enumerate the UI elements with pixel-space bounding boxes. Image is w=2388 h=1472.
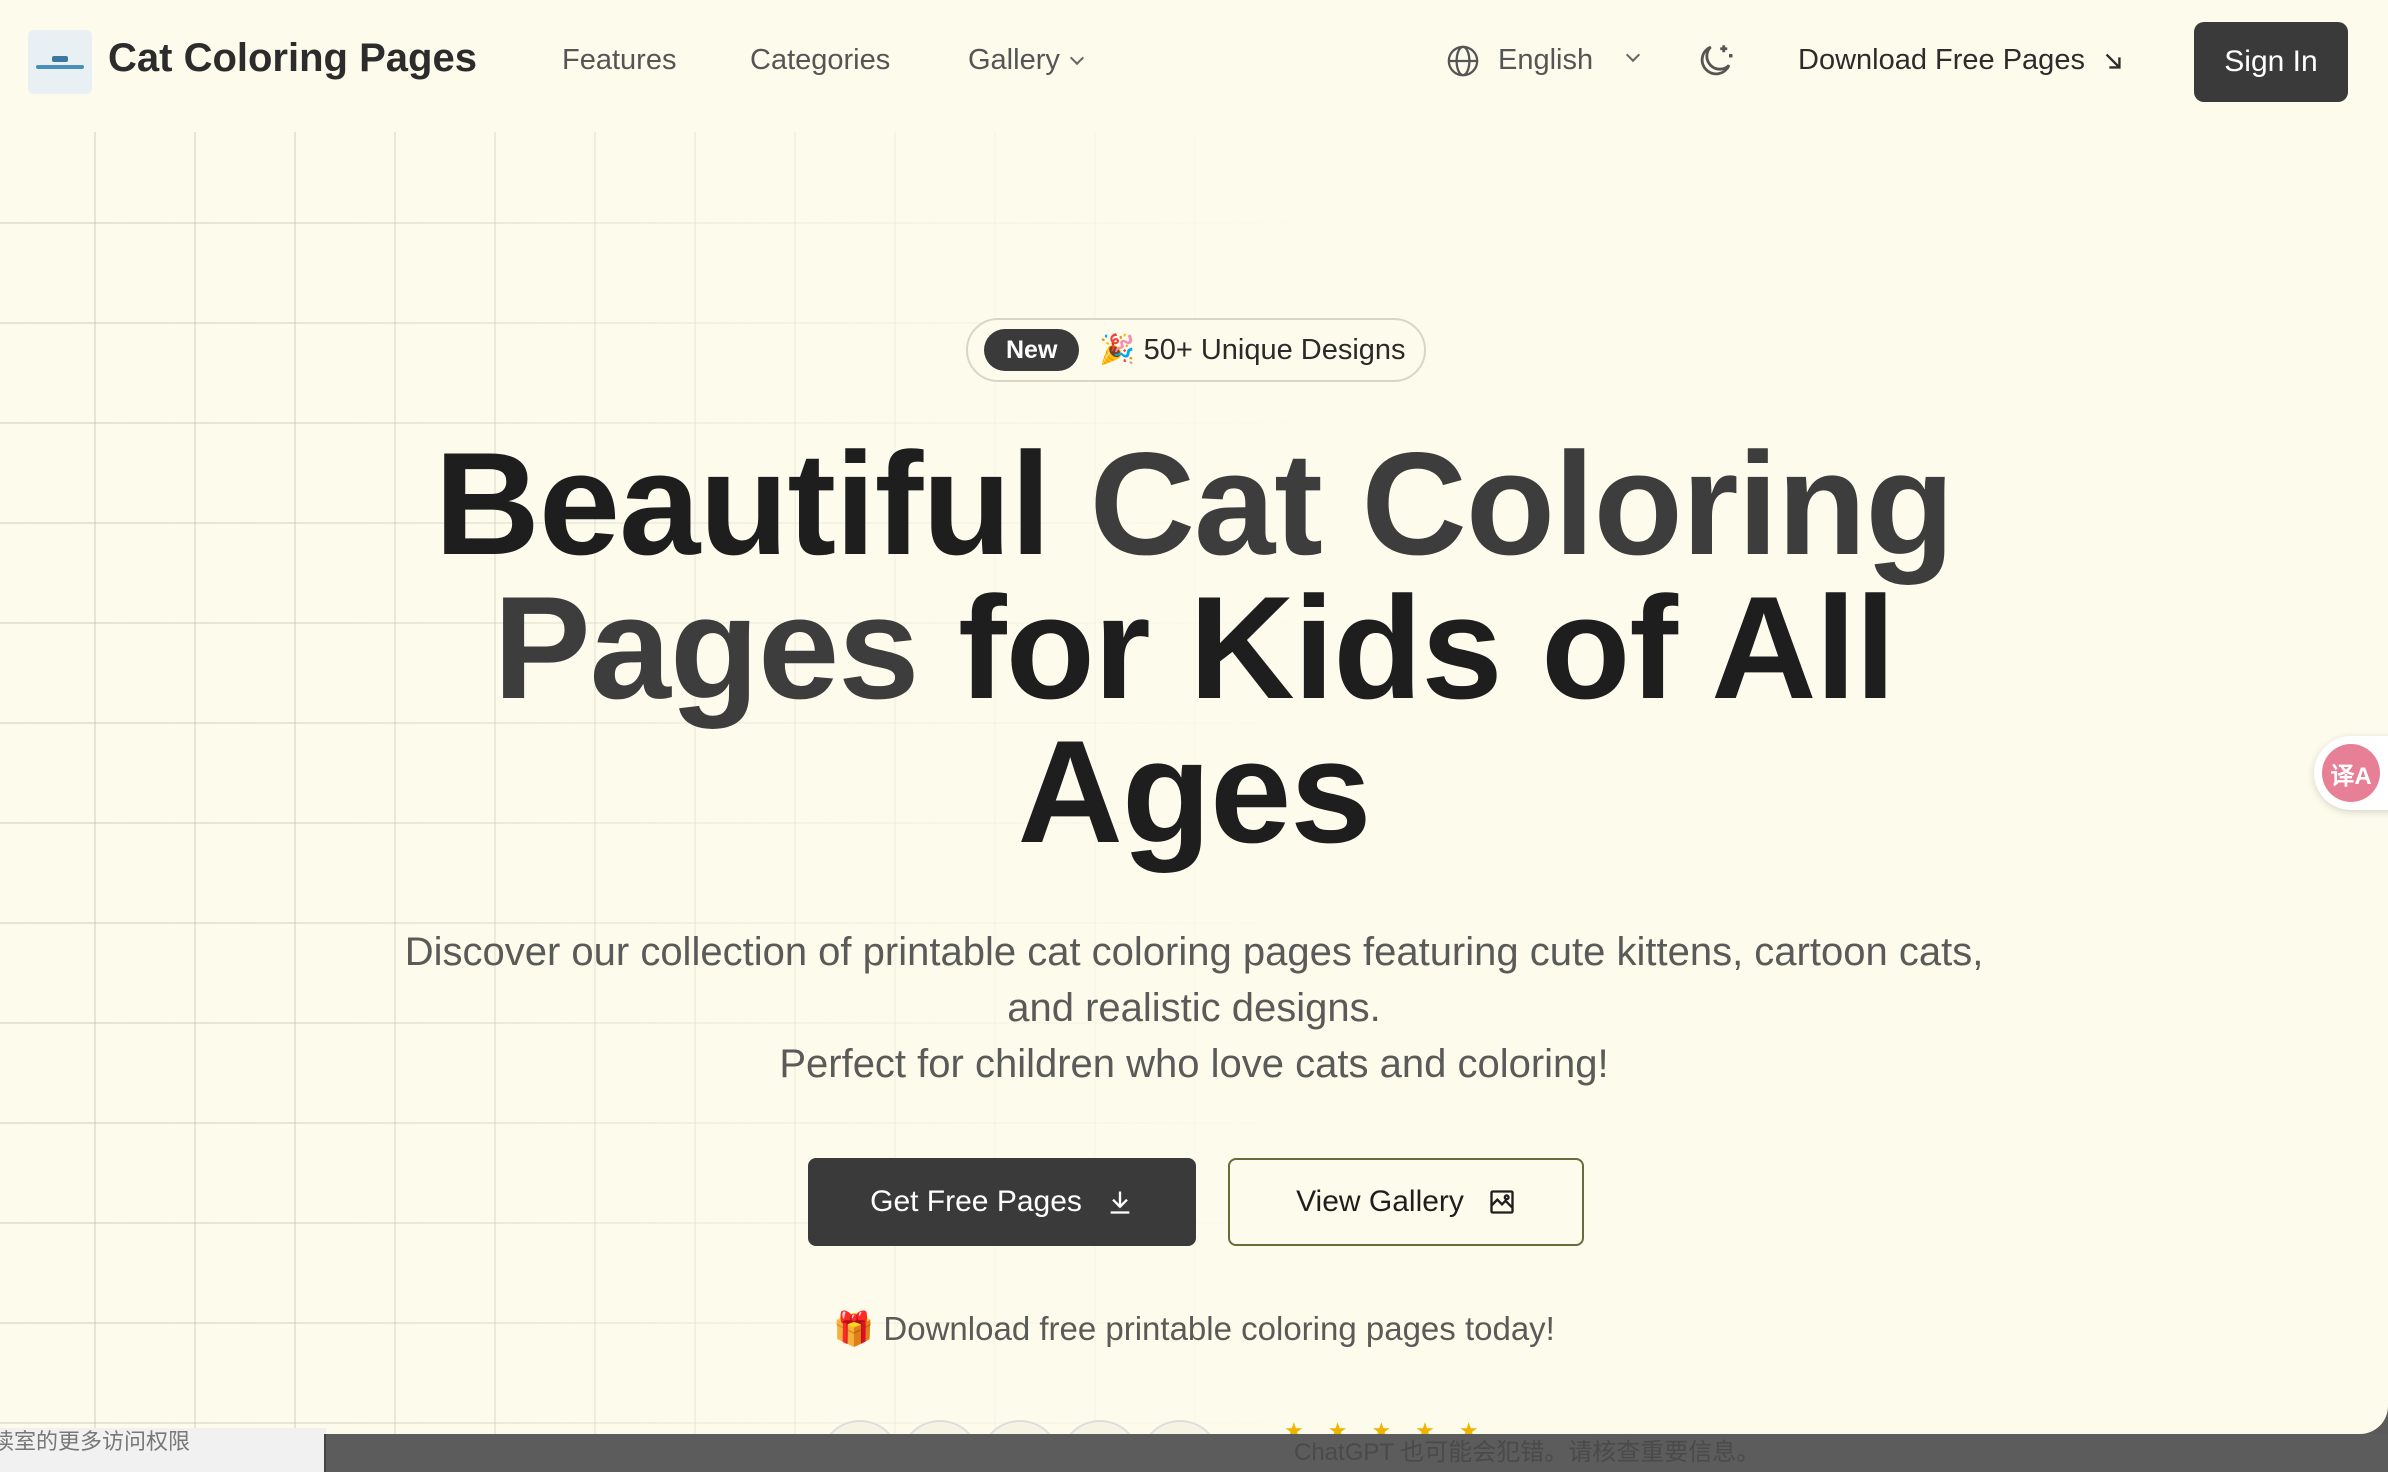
site-logo[interactable]: [28, 30, 92, 94]
logo-wordmark: [36, 64, 84, 69]
globe-icon[interactable]: [1446, 44, 1480, 78]
moon-stars-icon[interactable]: [1694, 40, 1736, 82]
nav-features[interactable]: Features: [562, 44, 676, 77]
new-tag: New: [984, 329, 1080, 371]
top-navbar: Cat Coloring Pages Features Categories G…: [0, 0, 2388, 124]
get-free-pages-label: Get Free Pages: [870, 1185, 1082, 1218]
sign-in-button[interactable]: Sign In: [2194, 22, 2348, 102]
logo-mark: [52, 55, 68, 62]
nav-gallery-label: Gallery: [968, 44, 1060, 76]
download-icon: [1110, 1191, 1130, 1214]
headline-part3: for Kids of All Ages: [918, 566, 1896, 873]
subtitle-line2: Perfect for children who love cats and c…: [779, 1042, 1609, 1086]
badge-text: 🎉 50+ Unique Designs: [1099, 334, 1406, 366]
chatgpt-disclaimer: ChatGPT 也可能会犯错。请核查重要信息。: [1294, 1439, 1761, 1466]
nav-gallery[interactable]: Gallery: [968, 44, 1084, 77]
headline-part1: Beautiful: [434, 422, 1090, 585]
chevron-down-icon[interactable]: [1625, 47, 1641, 63]
bottom-left-panel: 读室的更多访问权限: [0, 1428, 326, 1472]
arrow-down-right-icon: [2105, 53, 2121, 69]
announcement-badge[interactable]: New 🎉 50+ Unique Designs: [966, 318, 1426, 382]
brand-name[interactable]: Cat Coloring Pages: [108, 36, 477, 81]
chevron-down-icon: [1069, 50, 1084, 66]
subtitle-line1: Discover our collection of printable cat…: [404, 930, 1984, 1030]
view-gallery-button[interactable]: View Gallery: [1228, 1158, 1584, 1246]
hero-subtitle: Discover our collection of printable cat…: [394, 924, 1994, 1092]
bottom-left-text: 读室的更多访问权限: [0, 1429, 191, 1454]
landing-page: Cat Coloring Pages Features Categories G…: [0, 0, 2388, 1434]
view-gallery-label: View Gallery: [1296, 1185, 1464, 1218]
download-free-pages-link[interactable]: Download Free Pages: [1798, 44, 2085, 77]
hero-headline: Beautiful Cat Coloring Pages for Kids of…: [394, 431, 1994, 865]
translate-icon: 译A: [2322, 744, 2380, 802]
gallery-icon: [1490, 1190, 1514, 1214]
translate-fab[interactable]: 译A: [2314, 736, 2388, 810]
language-selector[interactable]: English: [1498, 44, 1593, 77]
nav-categories[interactable]: Categories: [750, 44, 890, 77]
get-free-pages-button[interactable]: Get Free Pages: [808, 1158, 1196, 1246]
promo-text: 🎁 Download free printable coloring pages…: [833, 1310, 1555, 1347]
